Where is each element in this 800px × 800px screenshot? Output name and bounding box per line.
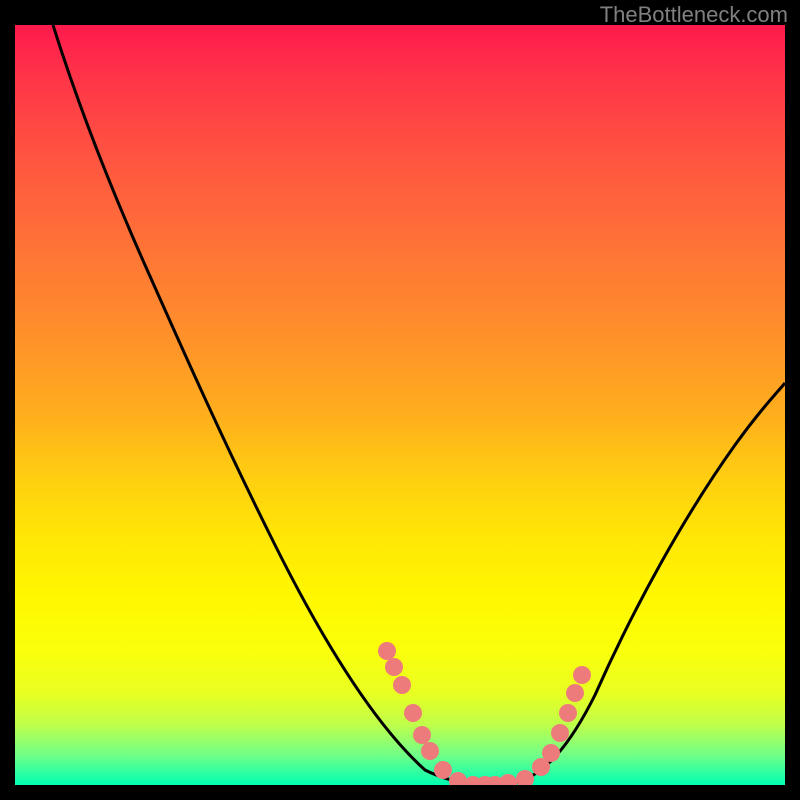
- dot: [573, 666, 591, 684]
- dot: [559, 704, 577, 722]
- chart-container: TheBottleneck.com: [0, 0, 800, 800]
- dot: [413, 726, 431, 744]
- dot: [516, 770, 534, 785]
- highlight-dots: [378, 642, 591, 785]
- dot: [566, 684, 584, 702]
- dot: [385, 658, 403, 676]
- dot: [393, 676, 411, 694]
- dot: [404, 704, 422, 722]
- dot: [499, 774, 517, 785]
- attribution-text: TheBottleneck.com: [600, 2, 788, 28]
- curve-svg: [15, 25, 785, 785]
- dot: [542, 744, 560, 762]
- plot-area: [15, 25, 785, 785]
- dot: [434, 761, 452, 779]
- dot: [551, 724, 569, 742]
- bottleneck-curve: [53, 25, 785, 785]
- dot: [378, 642, 396, 660]
- dot: [421, 742, 439, 760]
